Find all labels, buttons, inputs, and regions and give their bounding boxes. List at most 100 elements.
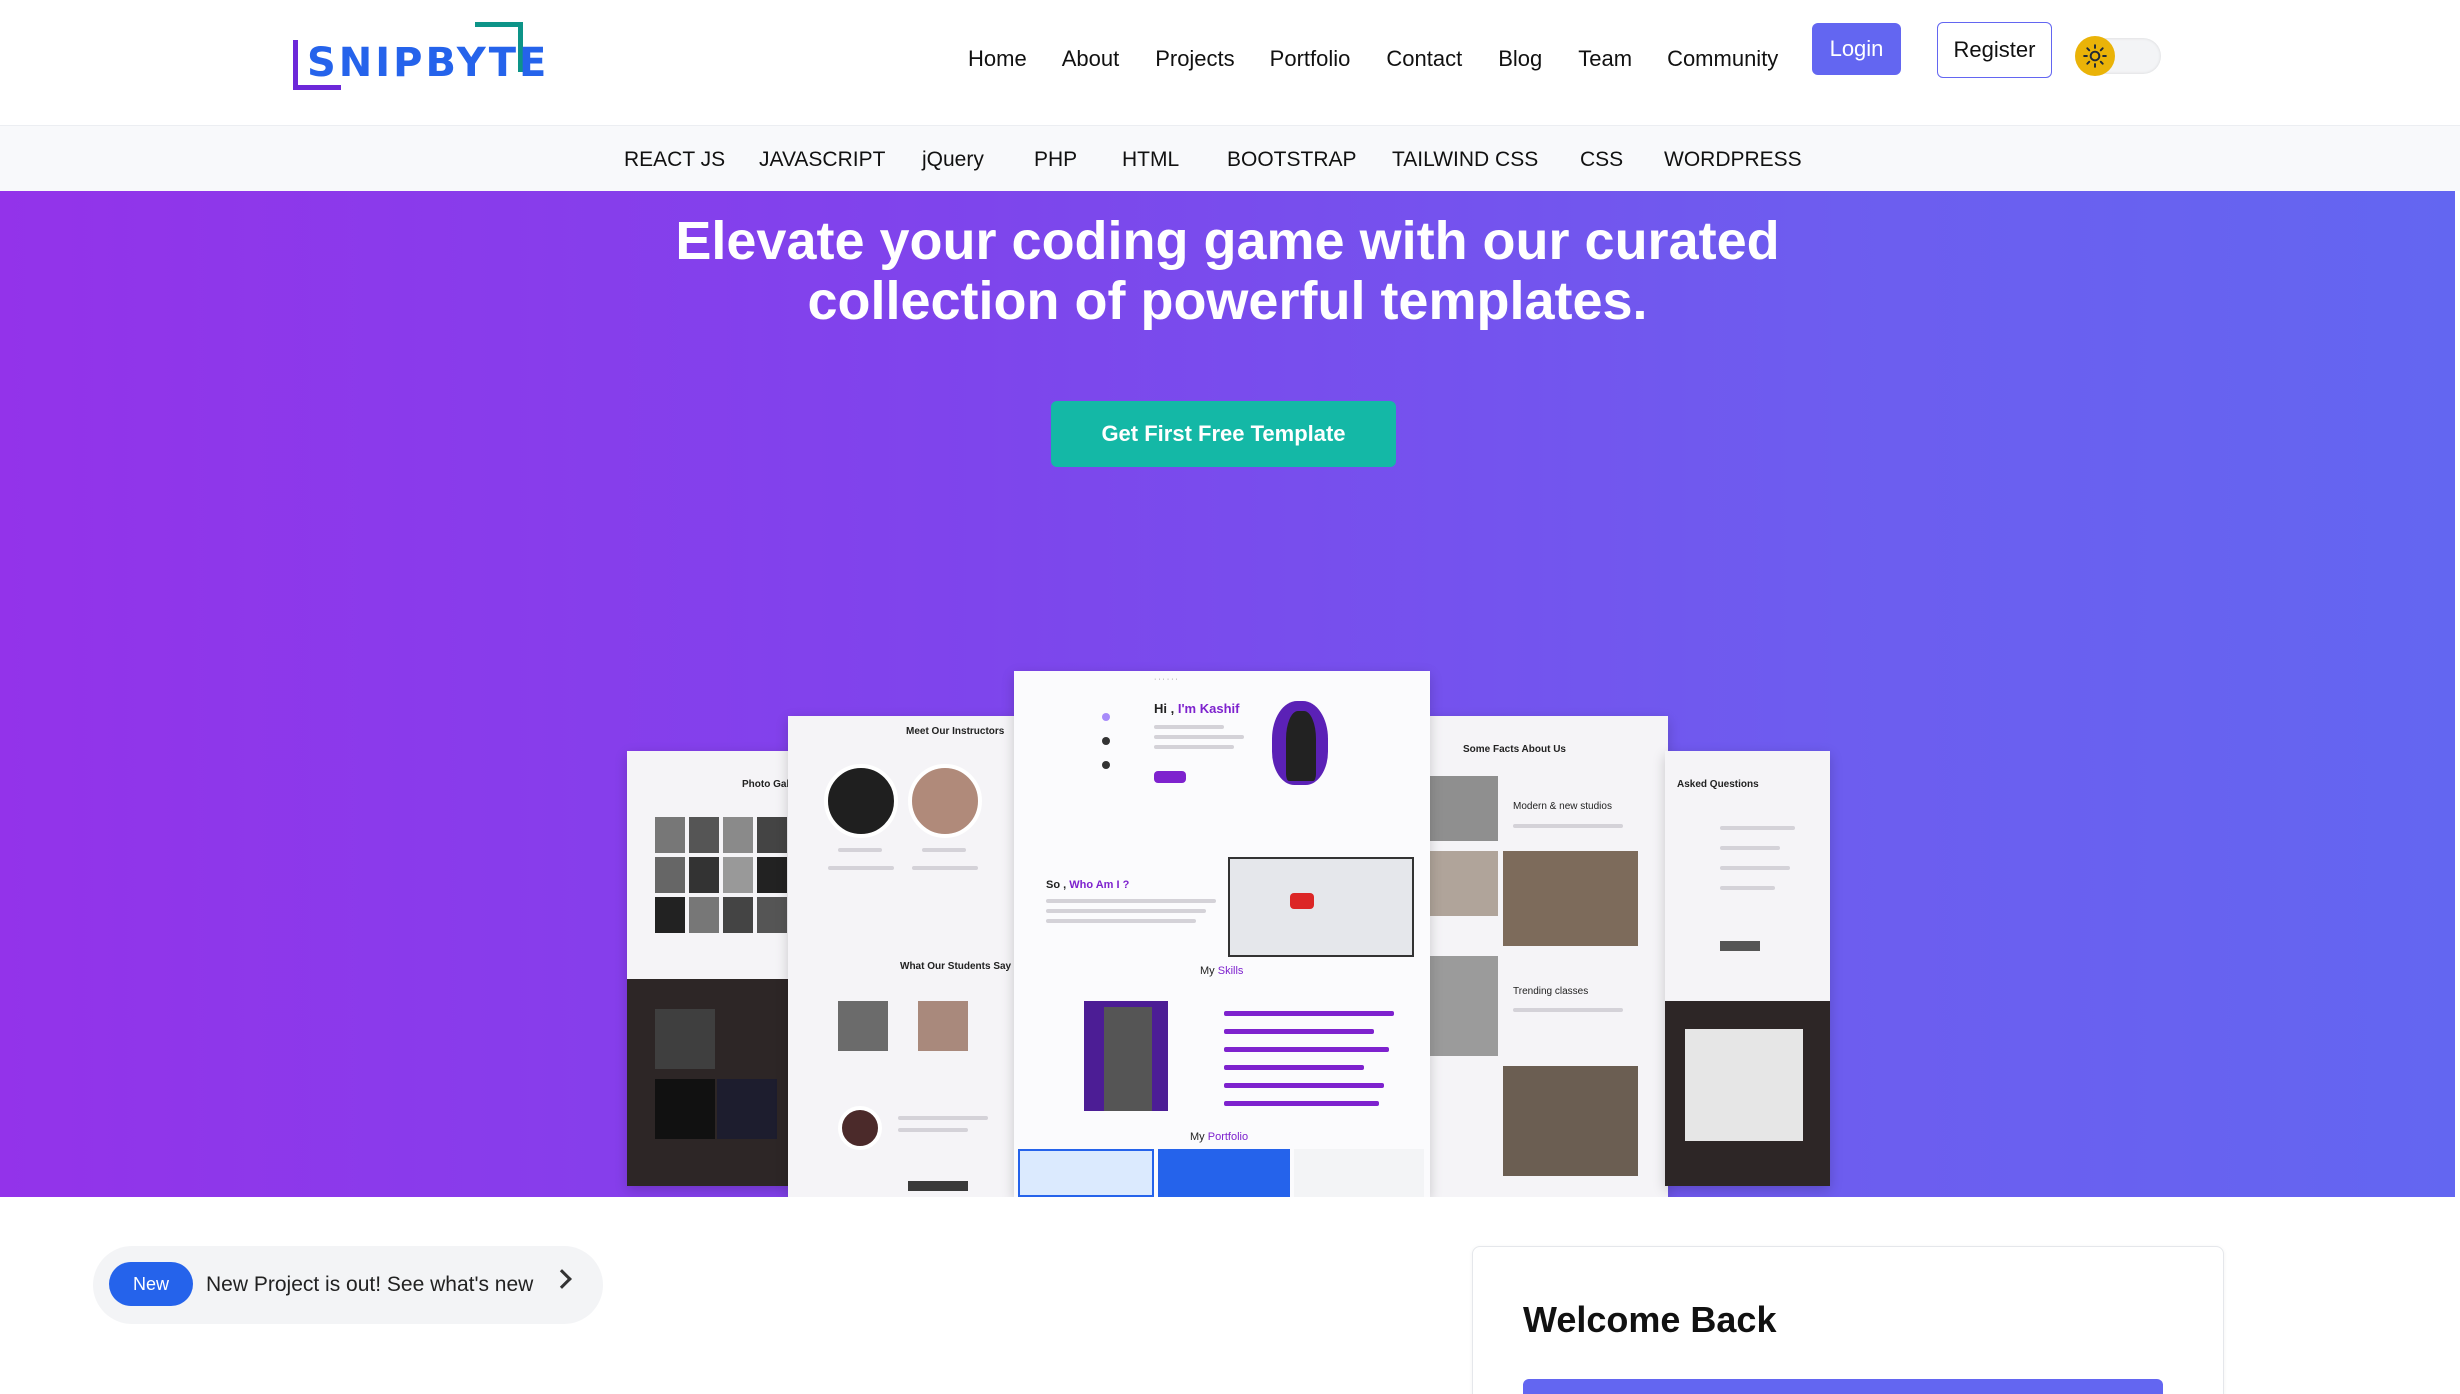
preview-testimonials-title: What Our Students Say xyxy=(900,961,1012,972)
text-placeholder xyxy=(1513,824,1623,828)
gallery-image xyxy=(723,857,753,893)
gallery-image xyxy=(757,897,787,933)
preview-hire-button xyxy=(1154,771,1186,783)
text-placeholder xyxy=(1046,909,1206,913)
text-placeholder xyxy=(1720,846,1780,850)
preview-greeting: Hi , I'm Kashif xyxy=(1154,701,1239,716)
gallery-image xyxy=(689,897,719,933)
template-preview-portfolio[interactable]: · · · · · · Hi , I'm Kashif So , Who Am … xyxy=(1014,671,1430,1197)
category-wordpress[interactable]: WORDPRESS xyxy=(1664,148,1802,172)
preview-instructors-title: Meet Our Instructors xyxy=(906,726,1005,737)
gallery-image xyxy=(757,857,787,893)
text-placeholder xyxy=(922,848,966,852)
instructor-avatar xyxy=(908,764,982,838)
gallery-image xyxy=(689,857,719,893)
button-placeholder xyxy=(1720,941,1760,951)
skill-bar xyxy=(1224,1083,1384,1088)
preview-skills-title: My Skills xyxy=(1200,965,1243,977)
nav-link-about[interactable]: About xyxy=(1062,46,1120,72)
category-bootstrap[interactable]: BOOTSTRAP xyxy=(1227,148,1357,172)
social-icon xyxy=(1102,761,1110,769)
portfolio-thumb xyxy=(1294,1149,1424,1197)
gallery-image xyxy=(655,857,685,893)
preview-portfolio-highlight: Portfolio xyxy=(1207,1131,1249,1143)
preview-greeting-prefix: Hi , xyxy=(1154,701,1178,716)
get-free-template-button[interactable]: Get First Free Template xyxy=(1051,401,1396,467)
template-preview-faq[interactable]: Asked Questions xyxy=(1665,751,1830,1186)
play-icon xyxy=(1290,893,1314,909)
main-nav: Home About Projects Portfolio Contact Bl… xyxy=(968,46,1778,72)
category-javascript[interactable]: JAVASCRIPT xyxy=(759,148,885,172)
login-button[interactable]: Login xyxy=(1812,23,1901,75)
preview-navbar: · · · · · · xyxy=(1154,676,1178,683)
announcement-text: New Project is out! See what's new xyxy=(206,1273,534,1296)
preview-video-frame xyxy=(1228,857,1414,957)
text-placeholder xyxy=(1720,826,1795,830)
login-card-primary-bar[interactable] xyxy=(1523,1379,2163,1394)
category-jquery[interactable]: jQuery xyxy=(922,148,984,172)
text-placeholder xyxy=(1154,745,1234,749)
gallery-image xyxy=(655,1009,715,1069)
skill-bar xyxy=(1224,1029,1374,1034)
text-placeholder xyxy=(1513,1008,1623,1012)
footer-placeholder xyxy=(908,1181,968,1191)
portfolio-thumb xyxy=(1018,1149,1154,1197)
category-tailwind-css[interactable]: TAILWIND CSS xyxy=(1392,148,1538,172)
top-navbar: SNIPBYTE Home About Projects Portfolio C… xyxy=(0,0,2460,125)
preview-gallery-title: Photo Gallery xyxy=(742,779,792,790)
new-badge: New xyxy=(109,1262,193,1306)
category-react-js[interactable]: REACT JS xyxy=(624,148,725,172)
logo-text: SNIPBYTE xyxy=(307,40,550,86)
gallery-image xyxy=(717,1079,777,1139)
nav-link-blog[interactable]: Blog xyxy=(1498,46,1542,72)
nav-link-community[interactable]: Community xyxy=(1667,46,1778,72)
hero-title-line-2: collection of powerful templates. xyxy=(807,271,1648,331)
facts-image xyxy=(1428,851,1498,916)
preview-about-highlight: Who Am I ? xyxy=(1069,879,1130,891)
gallery-image xyxy=(655,817,685,853)
text-placeholder xyxy=(1720,866,1790,870)
preview-skills-prefix: My xyxy=(1200,965,1218,977)
theme-toggle[interactable] xyxy=(2075,36,2161,76)
register-button[interactable]: Register xyxy=(1937,22,2052,78)
text-placeholder xyxy=(1046,919,1196,923)
chevron-right-icon xyxy=(552,1269,572,1289)
facts-image xyxy=(1428,956,1498,1056)
nav-link-team[interactable]: Team xyxy=(1578,46,1632,72)
nav-link-home[interactable]: Home xyxy=(968,46,1027,72)
social-icon xyxy=(1102,713,1110,721)
student-photo xyxy=(918,1001,968,1051)
template-preview-instructors[interactable]: Meet Our Instructors What Our Students S… xyxy=(788,716,1015,1197)
instructor-avatar xyxy=(824,764,898,838)
preview-classes-label: Trending classes xyxy=(1513,986,1589,997)
sun-icon xyxy=(2075,36,2115,76)
category-php[interactable]: PHP xyxy=(1034,148,1077,172)
category-css[interactable]: CSS xyxy=(1580,148,1623,172)
text-placeholder xyxy=(898,1128,968,1132)
text-placeholder xyxy=(828,866,894,870)
welcome-title: Welcome Back xyxy=(1523,1299,1777,1340)
gallery-image xyxy=(689,817,719,853)
announcement-pill[interactable]: New New Project is out! See what's new xyxy=(93,1246,603,1324)
login-card: Welcome Back xyxy=(1472,1246,2224,1394)
facts-image xyxy=(1503,1066,1638,1176)
preview-studios-label: Modern & new studios xyxy=(1513,801,1612,812)
text-placeholder xyxy=(1046,899,1216,903)
student-photo xyxy=(838,1001,888,1051)
nav-link-contact[interactable]: Contact xyxy=(1386,46,1462,72)
preview-about-title: So , Who Am I ? xyxy=(1046,879,1129,891)
preview-portfolio-prefix: My xyxy=(1190,1131,1208,1143)
gallery-image xyxy=(723,897,753,933)
site-logo[interactable]: SNIPBYTE xyxy=(293,22,546,92)
category-html[interactable]: HTML xyxy=(1122,148,1179,172)
preview-greeting-name: I'm Kashif xyxy=(1177,701,1240,716)
map-placeholder xyxy=(1685,1029,1803,1141)
hero-section: Elevate your coding game with our curate… xyxy=(0,191,2455,1197)
preview-hero-portrait xyxy=(1286,711,1316,781)
social-icon xyxy=(1102,737,1110,745)
facts-image xyxy=(1503,851,1638,946)
template-preview-gallery[interactable]: Photo Gallery xyxy=(627,751,792,1186)
template-preview-fitness[interactable]: Some Facts About Us Modern & new studios… xyxy=(1428,716,1668,1197)
nav-link-projects[interactable]: Projects xyxy=(1155,46,1234,72)
nav-link-portfolio[interactable]: Portfolio xyxy=(1270,46,1351,72)
